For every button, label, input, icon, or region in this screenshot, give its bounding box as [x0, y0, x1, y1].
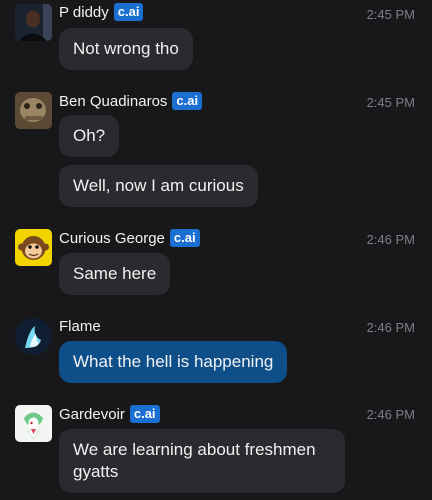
timestamp: 2:46 PM [366, 407, 415, 422]
flame-avatar[interactable] [15, 318, 52, 355]
p-diddy-avatar[interactable] [15, 4, 52, 41]
curious-george-avatar[interactable] [15, 229, 52, 266]
message-bubble: Oh? [59, 115, 120, 157]
sender-name-text: P diddy [59, 3, 109, 21]
sender-name: Curious George c.ai [59, 229, 200, 247]
sender-name: Gardevoir c.ai [59, 405, 160, 423]
message-bubble: We are learning about freshmen gyatts [59, 429, 345, 493]
sender-name: P diddy c.ai [59, 3, 144, 21]
c-ai-badge: c.ai [113, 3, 144, 21]
sender-name-text: Ben Quadinaros [59, 92, 168, 110]
message-bubble: What the hell is happening [59, 341, 288, 383]
message-bubble: Well, now I am curious [59, 165, 258, 207]
gardevoir-avatar[interactable] [15, 405, 52, 442]
timestamp: 2:45 PM [366, 95, 415, 110]
sender-name-text: Gardevoir [59, 405, 125, 423]
timestamp: 2:45 PM [366, 7, 415, 22]
timestamp: 2:46 PM [366, 232, 415, 247]
sender-name: Flame [59, 318, 101, 335]
sender-name-text: Curious George [59, 229, 165, 247]
message-bubble: Not wrong tho [59, 28, 193, 70]
c-ai-badge: c.ai [172, 92, 203, 110]
sender-name: Ben Quadinaros c.ai [59, 92, 203, 110]
c-ai-badge: c.ai [169, 229, 200, 247]
c-ai-badge: c.ai [129, 405, 160, 423]
message-bubble: Same here [59, 253, 171, 295]
sender-name-text: Flame [59, 318, 101, 335]
ben-quadinaros-avatar[interactable] [15, 92, 52, 129]
timestamp: 2:46 PM [366, 320, 415, 335]
